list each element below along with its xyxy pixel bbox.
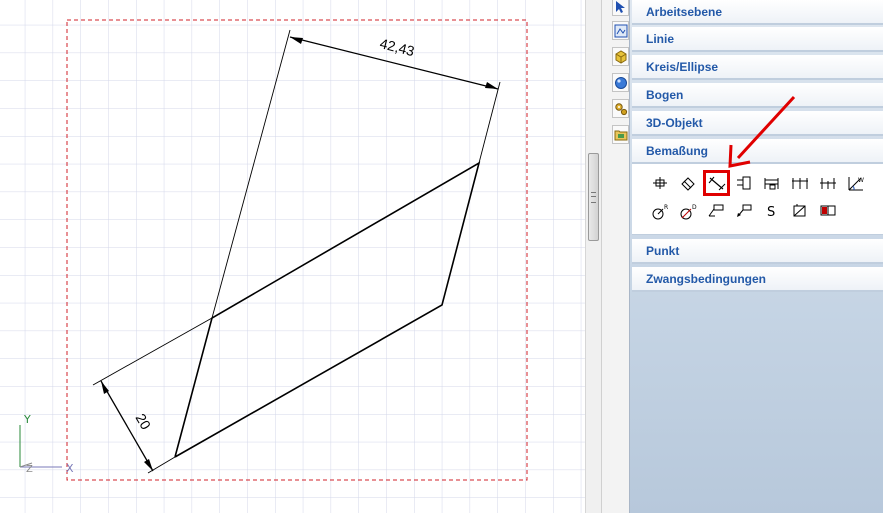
dimension-parallel-icon[interactable]	[703, 170, 730, 196]
dimension-aligned-icon[interactable]	[676, 172, 700, 194]
dimension-vertical-center-icon[interactable]	[648, 172, 672, 194]
section-zwangsbedingungen[interactable]: Zwangsbedingungen	[632, 267, 883, 292]
axis-y-label: Y	[23, 413, 31, 426]
dimension-ordinate-icon[interactable]	[732, 172, 756, 194]
drawing-canvas[interactable]: 42,43 20 Y X Z	[0, 0, 585, 513]
dimension-baseline-icon[interactable]	[760, 172, 784, 194]
section-kreis-ellipse[interactable]: Kreis/Ellipse	[632, 55, 883, 80]
dimension-angle-icon[interactable]: W	[844, 172, 868, 194]
symbol-s-text: S	[767, 205, 775, 219]
leader-arrow-icon[interactable]	[732, 200, 756, 222]
svg-text:R: R	[664, 204, 668, 211]
leader-note-icon[interactable]	[704, 200, 728, 222]
grid-background	[0, 0, 585, 513]
image-tool-icon[interactable]	[612, 21, 629, 40]
section-label: Zwangsbedingungen	[646, 272, 766, 286]
section-label: Bogen	[646, 88, 684, 102]
scrollbar-thumb[interactable]	[588, 153, 599, 241]
axis-z-label: Z	[26, 464, 33, 475]
canvas-vertical-scrollbar[interactable]	[585, 0, 601, 513]
scroll-grip-icon	[591, 192, 596, 203]
side-icon-toolbar	[601, 0, 630, 513]
section-punkt[interactable]: Punkt	[632, 239, 883, 264]
section-label: Bemaßung	[646, 144, 709, 158]
dimension-chain-icon[interactable]	[788, 172, 812, 194]
section-arbeitsebene[interactable]: Arbeitsebene	[632, 0, 883, 25]
section-label: Arbeitsebene	[646, 5, 723, 19]
dimension-continuous-icon[interactable]	[816, 172, 840, 194]
dimension-diameter-icon[interactable]: D	[676, 200, 700, 222]
section-label: 3D-Objekt	[646, 116, 703, 130]
section-label: Punkt	[646, 244, 680, 258]
symbol-s-icon[interactable]: S	[760, 200, 784, 222]
section-label: Linie	[646, 32, 675, 46]
section-bemassung[interactable]: Bemaßung	[632, 139, 883, 164]
svg-text:W: W	[858, 177, 864, 184]
axis-x-label: X	[66, 462, 74, 475]
section-bogen[interactable]: Bogen	[632, 83, 883, 108]
sphere-blue-icon[interactable]	[612, 73, 629, 92]
cube-yellow-icon[interactable]	[612, 47, 629, 66]
section-label: Kreis/Ellipse	[646, 60, 719, 74]
folder-icon[interactable]	[612, 125, 629, 144]
dimension-radius-icon[interactable]: R	[648, 200, 672, 222]
tolerance-frame-icon[interactable]	[816, 200, 840, 222]
bemassung-tools: W R D S	[632, 164, 883, 235]
cursor-select-icon[interactable]	[612, 0, 629, 16]
section-linie[interactable]: Linie	[632, 27, 883, 52]
section-3d-objekt[interactable]: 3D-Objekt	[632, 111, 883, 136]
gears-icon[interactable]	[612, 99, 629, 118]
feature-panel: Arbeitsebene Linie Kreis/Ellipse Bogen 3…	[630, 0, 883, 513]
svg-text:D: D	[692, 204, 697, 211]
dimension-fit-icon[interactable]	[788, 200, 812, 222]
